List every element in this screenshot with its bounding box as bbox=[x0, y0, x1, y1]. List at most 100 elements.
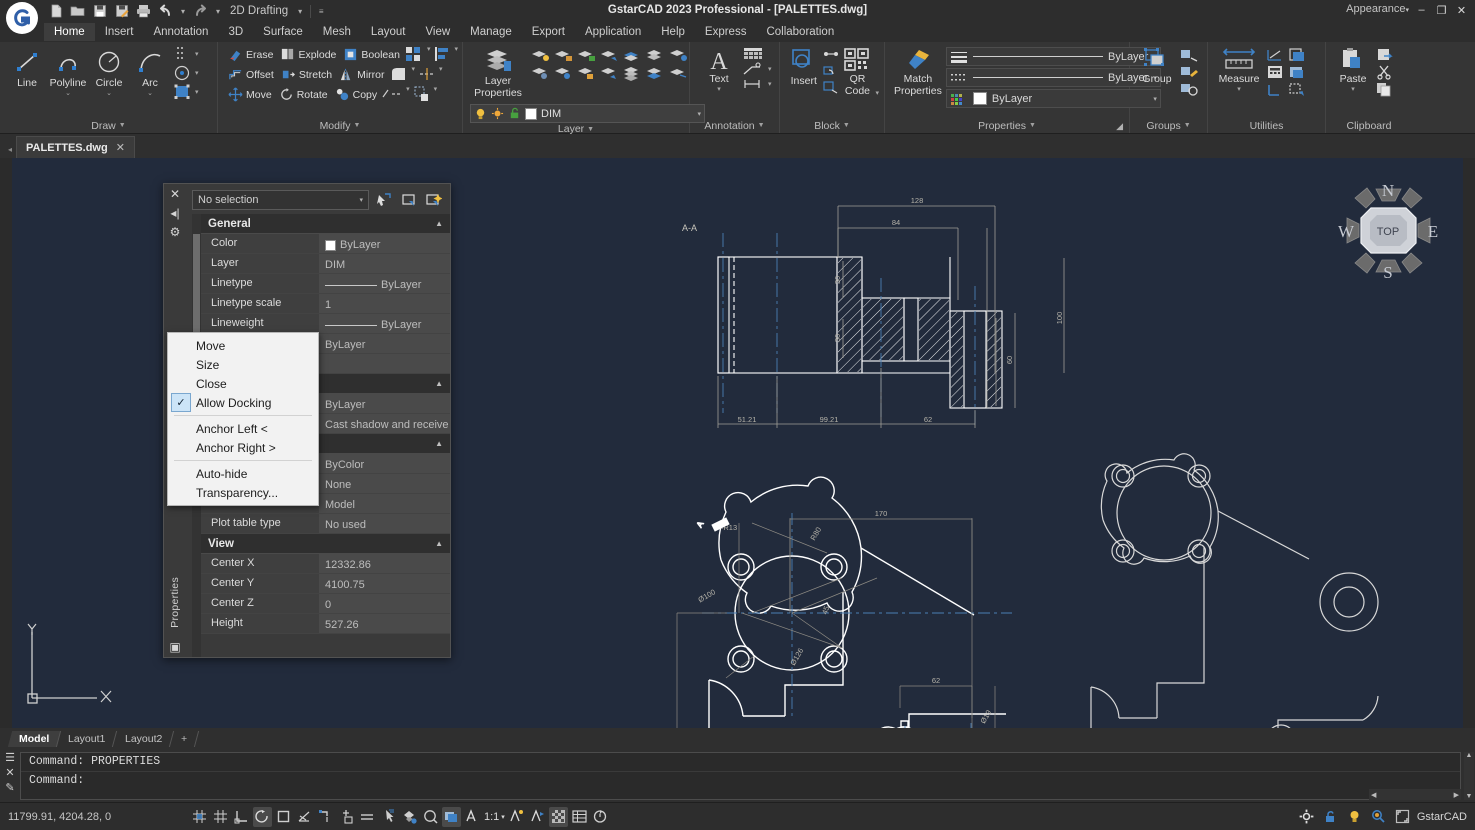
layout-tab-layout2[interactable]: Layout2 bbox=[114, 731, 175, 747]
redo-dropdown-icon[interactable]: ▾ bbox=[213, 7, 223, 16]
context-menu-item-transparency[interactable]: Transparency... bbox=[168, 483, 318, 502]
command-scroll-down-icon[interactable]: ▼ bbox=[1464, 793, 1474, 800]
ucs-icon[interactable] bbox=[1265, 81, 1285, 97]
dimension-icon[interactable] bbox=[742, 77, 764, 91]
open-folder-icon[interactable] bbox=[68, 2, 87, 21]
command-scroll-up-icon[interactable]: ▲ bbox=[1464, 752, 1474, 759]
palette-context-menu[interactable]: Move Size Close ✓ Allow Docking Anchor L… bbox=[167, 332, 319, 506]
layer-unlock-icon[interactable] bbox=[576, 47, 596, 63]
layer-change-icon[interactable] bbox=[599, 65, 619, 81]
calculator-icon[interactable] bbox=[1265, 64, 1285, 80]
quick-select-button[interactable] bbox=[423, 190, 444, 210]
selection-cycling-icon[interactable] bbox=[442, 807, 461, 827]
arc-dropdown-icon[interactable]: ⌄ bbox=[147, 89, 153, 97]
layout-tab-model[interactable]: Model bbox=[8, 731, 62, 747]
properties-dialog-launcher[interactable]: ◢ bbox=[1116, 121, 1123, 132]
section-header-view[interactable]: View ▲ bbox=[201, 534, 450, 554]
align-dropdown-icon[interactable]: ▾ bbox=[452, 45, 460, 64]
polar-tracking-icon[interactable] bbox=[253, 807, 272, 827]
define-attribute-icon[interactable] bbox=[821, 63, 841, 78]
palette-dock-icon[interactable]: ▣ bbox=[169, 641, 180, 653]
layer-properties-button[interactable]: Layer Properties bbox=[470, 45, 526, 101]
save-icon[interactable] bbox=[90, 2, 109, 21]
layer-lock-icon[interactable] bbox=[553, 47, 573, 63]
ortho-mode-icon[interactable] bbox=[232, 807, 251, 827]
property-row-center-y[interactable]: Center Y 4100.75 bbox=[201, 574, 450, 594]
layer-merge-icon[interactable] bbox=[622, 65, 642, 81]
offset-button[interactable]: Offset bbox=[225, 65, 277, 84]
hatch-pattern-icon[interactable] bbox=[173, 45, 191, 63]
erase-button[interactable]: Erase bbox=[225, 45, 276, 64]
current-layer-combo[interactable]: DIM ▾ bbox=[470, 104, 705, 123]
new-file-icon[interactable] bbox=[46, 2, 65, 21]
group-title-draw[interactable]: Draw▼ bbox=[3, 118, 214, 133]
selection-caret-icon[interactable]: ▾ bbox=[359, 196, 363, 204]
lineweight-icon[interactable] bbox=[379, 807, 398, 827]
group-title-clipboard[interactable]: Clipboard bbox=[1329, 118, 1409, 133]
property-row-layer[interactable]: Layer DIM bbox=[201, 254, 450, 274]
layer-match-icon[interactable] bbox=[599, 47, 619, 63]
qrcode-dropdown-icon[interactable]: ▾ bbox=[873, 89, 881, 97]
snap-mode-icon[interactable] bbox=[211, 807, 230, 827]
break-icon[interactable] bbox=[381, 85, 403, 103]
save-as-icon[interactable] bbox=[112, 2, 131, 21]
minimize-button[interactable]: – bbox=[1412, 1, 1431, 19]
property-row-lineweight[interactable]: Lineweight ByLayer bbox=[201, 314, 450, 334]
break-dropdown-icon[interactable]: ▾ bbox=[404, 85, 412, 104]
cut-icon[interactable] bbox=[1375, 64, 1395, 80]
area-icon[interactable] bbox=[1265, 47, 1285, 63]
command-history-box[interactable]: Command: PROPERTIES Command: bbox=[20, 752, 1461, 800]
layer-isolate-icon[interactable] bbox=[645, 65, 665, 81]
cursor-coordinates[interactable]: 11799.91, 4204.28, 0 bbox=[0, 811, 190, 823]
layer-unlock-green-icon[interactable] bbox=[508, 107, 521, 120]
layer-color-swatch[interactable] bbox=[525, 108, 537, 120]
paste-button[interactable]: Paste ▾ bbox=[1333, 45, 1373, 95]
list-icon[interactable] bbox=[1287, 47, 1307, 63]
tab-3d[interactable]: 3D bbox=[218, 23, 253, 41]
scale-dropdown-icon[interactable]: ▾ bbox=[432, 85, 440, 104]
command-edit-icon[interactable]: ✎ bbox=[5, 782, 14, 794]
section-collapse-icon-view[interactable]: ▲ bbox=[435, 539, 443, 548]
annotation-scale-change-icon[interactable] bbox=[528, 807, 547, 827]
annotation-visibility-icon[interactable] bbox=[463, 807, 482, 827]
tab-insert[interactable]: Insert bbox=[95, 23, 144, 41]
settings-gear-icon[interactable] bbox=[1297, 807, 1316, 827]
line-button[interactable]: Line bbox=[7, 45, 47, 91]
trim-dropdown-icon[interactable]: ▾ bbox=[437, 65, 445, 84]
lightbulb-icon[interactable] bbox=[1345, 807, 1364, 827]
command-menu-lines-icon[interactable]: ☰ bbox=[5, 752, 15, 764]
id-point-icon[interactable] bbox=[1287, 64, 1307, 80]
isolate-objects-icon[interactable] bbox=[570, 807, 589, 827]
group-manager-icon[interactable] bbox=[1179, 81, 1199, 97]
section-collapse-icon[interactable]: ▲ bbox=[435, 219, 443, 228]
app-logo-icon[interactable] bbox=[6, 2, 38, 34]
appearance-dropdown[interactable]: Appearance▾ bbox=[1346, 3, 1409, 15]
command-close-icon[interactable]: ✕ bbox=[5, 767, 14, 779]
scale-icon[interactable] bbox=[413, 85, 431, 103]
pickadd-toggle-button[interactable] bbox=[373, 190, 394, 210]
stretch-button[interactable]: Stretch bbox=[278, 65, 335, 84]
group-title-modify[interactable]: Modify▼ bbox=[221, 118, 459, 133]
quick-select-icon[interactable] bbox=[1287, 81, 1307, 97]
paste-dropdown-icon[interactable]: ▾ bbox=[1351, 85, 1355, 93]
hatch-dropdown-icon[interactable]: ▾ bbox=[193, 50, 201, 58]
palette-close-icon[interactable]: ✕ bbox=[170, 188, 180, 200]
tab-express[interactable]: Express bbox=[695, 23, 757, 41]
context-menu-item-move[interactable]: Move bbox=[168, 336, 318, 355]
graphics-performance-icon[interactable] bbox=[549, 807, 568, 827]
object-color-combo[interactable]: ByLayer ▾ bbox=[946, 89, 1161, 108]
tab-mesh[interactable]: Mesh bbox=[313, 23, 361, 41]
linetype-combo[interactable]: ByLayer ▾ bbox=[946, 68, 1161, 87]
doctabs-scroll-left-icon[interactable]: ◂ bbox=[8, 145, 16, 158]
group-title-utilities[interactable]: Utilities bbox=[1211, 118, 1322, 133]
view-cube[interactable]: TOP N S E W bbox=[1336, 178, 1441, 283]
group-title-annotation[interactable]: Annotation▼ bbox=[693, 118, 776, 133]
circle-button[interactable]: Circle ⌄ bbox=[89, 45, 129, 99]
property-row-linetype-scale[interactable]: Linetype scale 1 bbox=[201, 294, 450, 314]
object-color-swatch[interactable] bbox=[973, 92, 987, 105]
leader-icon[interactable] bbox=[742, 62, 764, 76]
explode-button[interactable]: Explode bbox=[277, 45, 339, 64]
point-icon[interactable] bbox=[173, 64, 191, 82]
dynamic-ucs-icon[interactable] bbox=[337, 807, 356, 827]
workspace-switch-icon[interactable] bbox=[591, 807, 610, 827]
